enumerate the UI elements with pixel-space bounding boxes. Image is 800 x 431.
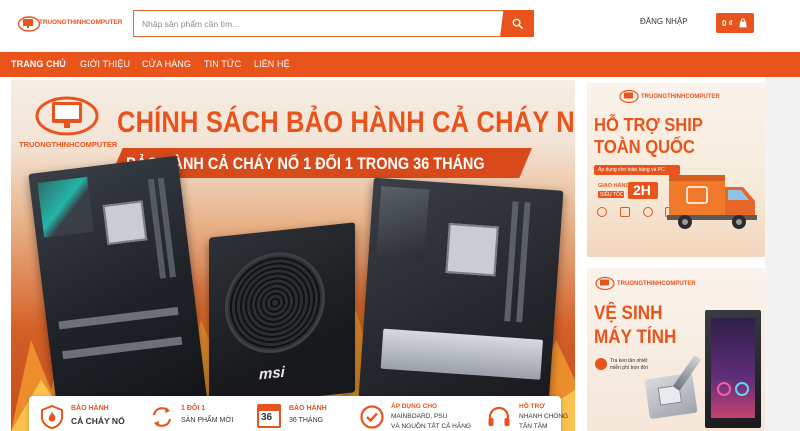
main-nav: TRANG CHỦ GIỚI THIỆU CỬA HÀNG TIN TỨC LI… xyxy=(0,52,800,77)
ram-slot xyxy=(516,202,531,323)
check-badge-icon xyxy=(360,405,384,429)
banner-subtitle: BẢO HÀNH CẢ CHÁY NỔ 1 ĐỔI 1 TRONG 36 THÁ… xyxy=(126,154,485,173)
cart-button[interactable]: 0 ₫ xyxy=(716,13,754,33)
feature-mini-icon xyxy=(597,207,607,217)
calendar-number: 36 xyxy=(261,412,273,423)
delivery-truck-image xyxy=(667,175,757,229)
calendar-header xyxy=(259,406,279,411)
feature-mini-icon xyxy=(643,207,653,217)
side1-delivery-time: 2H xyxy=(633,182,651,198)
shipping-banner[interactable]: TRUONGTHINHCOMPUTER HỖ TRỢ SHIP TOÀN QUỐ… xyxy=(587,83,765,257)
feature-1-line1: BẢO HÀNH xyxy=(71,405,109,412)
feature-5-line2: NHANH CHÓNG xyxy=(519,413,569,420)
search-icon xyxy=(512,18,523,29)
pc-case-glass xyxy=(711,318,755,418)
logo-text: TRUONGTHINHCOMPUTER xyxy=(39,19,123,26)
nav-item-news[interactable]: TIN TỨC xyxy=(204,59,241,69)
side1-title-line1: HỖ TRỢ SHIP xyxy=(594,115,703,135)
cpu-socket-right xyxy=(445,222,499,277)
chipset-cover xyxy=(380,328,544,380)
nav-item-about[interactable]: GIỚI THIỆU xyxy=(80,59,130,69)
headset-icon xyxy=(488,406,510,426)
feature-strip: BẢO HÀNH CẢ CHÁY NỔ 1 ĐỔI 1 SẢN PHẨM MỚI… xyxy=(29,396,568,431)
psu-brand-label: msi xyxy=(259,363,285,384)
rgb-fan xyxy=(735,382,749,396)
feature-5-line3: TẬN TÂM xyxy=(519,423,548,430)
feature-4-line3: VÀ NGUỒN TẤT CẢ HÃNG xyxy=(391,423,471,430)
side2-logo-monitor-icon xyxy=(595,276,615,290)
site-header: TRUONGTHINHCOMPUTER ĐĂNG NHẬP 0 ₫ xyxy=(0,0,800,52)
cpu-chip-image xyxy=(644,372,698,420)
pcie-slot xyxy=(62,336,183,360)
banner-logo-text: TRUONGTHINHCOMPUTER xyxy=(19,140,118,149)
side1-delivery-label-1: GIAO HÀNG xyxy=(598,183,630,189)
ram-slot xyxy=(504,201,519,322)
feature-mini-icon xyxy=(620,207,630,217)
side2-logo-text: TRUONGTHINHCOMPUTER xyxy=(617,281,696,287)
side1-logo-text: TRUONGTHINHCOMPUTER xyxy=(641,94,720,100)
side1-note: Áp dụng cho toàn hàng và PC xyxy=(598,166,665,173)
pc-cleaning-banner[interactable]: TRUONGTHINHCOMPUTER VỆ SINH MÁY TÍNH Tra… xyxy=(587,268,765,431)
shopping-bag-icon xyxy=(739,18,747,28)
search-bar xyxy=(133,10,534,37)
feature-4-line1: ÁP DỤNG CHO xyxy=(391,403,438,410)
side1-delivery-label-2: SIÊU TỐC xyxy=(600,191,624,198)
site-logo[interactable]: TRUONGTHINHCOMPUTER xyxy=(18,14,122,34)
side2-title-line2: MÁY TÍNH xyxy=(594,327,677,348)
power-supply-image: msi xyxy=(209,222,355,408)
cart-total: 0 ₫ xyxy=(722,18,733,28)
io-cover-right xyxy=(376,186,430,260)
feature-3-line2: 36 THÁNG xyxy=(289,417,324,424)
login-link[interactable]: ĐĂNG NHẬP xyxy=(640,17,688,26)
calendar-icon: 36 xyxy=(257,404,281,428)
nav-item-contact[interactable]: LIÊN HỆ xyxy=(254,59,290,69)
side1-logo-monitor-icon xyxy=(619,89,639,103)
psu-fan-grille xyxy=(225,247,325,358)
feature-5-line1: HỖ TRỢ xyxy=(519,403,545,410)
search-button[interactable] xyxy=(500,10,534,37)
pc-case-image xyxy=(705,310,761,428)
feature-4-line2: MAINBOARD, PSU xyxy=(391,413,448,420)
cpu-socket-left xyxy=(102,200,148,245)
pcie-slot xyxy=(58,306,179,330)
side2-title-line1: VỆ SINH xyxy=(594,303,663,324)
search-input[interactable] xyxy=(134,11,500,36)
rgb-fan xyxy=(717,382,731,396)
banner-logo-monitor-icon xyxy=(35,96,99,136)
feature-3-line1: BẢO HÀNH xyxy=(289,405,327,412)
nav-item-home[interactable]: TRANG CHỦ xyxy=(11,59,66,69)
feature-1-line2: CẢ CHÁY NỔ xyxy=(71,416,125,426)
side2-note-2: miễn phí trọn đời xyxy=(610,365,648,371)
exchange-icon xyxy=(152,407,172,427)
main-banner[interactable]: TRUONGTHINHCOMPUTER CHÍNH SÁCH BẢO HÀNH … xyxy=(11,80,575,431)
shield-fire-icon xyxy=(41,404,63,430)
side2-note-1: Tra keo tản nhiệt xyxy=(610,358,648,364)
feature-2-line2: SẢN PHẨM MỚI xyxy=(181,417,234,424)
nav-item-shop[interactable]: CỬA HÀNG xyxy=(142,59,191,69)
logo-monitor-icon xyxy=(18,16,40,32)
page-scroll-track[interactable] xyxy=(765,77,800,431)
motherboard-left-image xyxy=(28,155,208,423)
feature-2-line1: 1 ĐỔI 1 xyxy=(181,405,206,412)
side1-title-line2: TOÀN QUỐC xyxy=(594,137,695,157)
side2-note-icon xyxy=(595,358,607,370)
io-cover-rgb xyxy=(37,176,94,238)
motherboard-right-image xyxy=(358,177,564,411)
banner-title: CHÍNH SÁCH BẢO HÀNH CẢ CHÁY NỔ xyxy=(117,106,575,139)
